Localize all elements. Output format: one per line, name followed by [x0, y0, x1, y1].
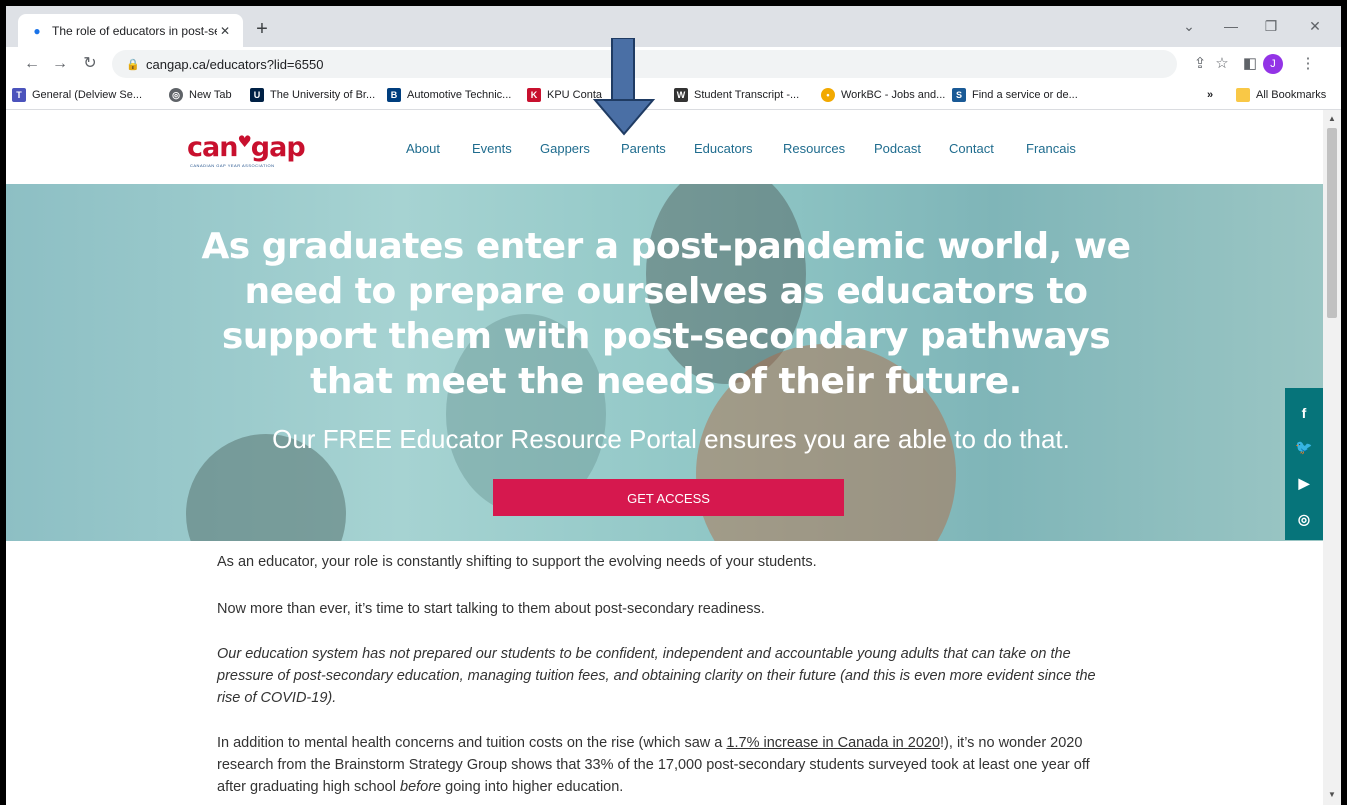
- menu-icon[interactable]: ⋮: [1296, 52, 1320, 76]
- ubc-icon: U: [250, 88, 264, 102]
- folder-icon: [1236, 88, 1250, 102]
- logo-tagline: CANADIAN GAP YEAR ASSOCIATION: [190, 163, 275, 168]
- url-text: cangap.ca/educators?lid=6550: [146, 56, 324, 72]
- globe-icon: ◎: [169, 88, 183, 102]
- nav-gappers[interactable]: Gappers: [540, 141, 590, 156]
- nav-francais[interactable]: Francais: [1026, 141, 1076, 156]
- reload-icon[interactable]: ↻: [78, 52, 102, 76]
- paragraph-italic: Our education system has not prepared ou…: [217, 646, 1096, 706]
- tab-title: The role of educators in post-se: [52, 23, 217, 38]
- tuition-increase-link[interactable]: 1.7% increase in Canada in 2020: [726, 735, 940, 751]
- tab-strip: ● The role of educators in post-se ✕ + ⌄…: [6, 6, 1341, 47]
- close-window-button[interactable]: ✕: [1295, 14, 1335, 38]
- nav-parents[interactable]: Parents: [621, 141, 666, 156]
- bookmark-item[interactable]: S Find a service or de...: [952, 86, 1078, 104]
- bookmark-item[interactable]: T General (Delview Se...: [12, 86, 142, 104]
- nav-resources[interactable]: Resources: [783, 141, 845, 156]
- twitter-icon[interactable]: 🐦: [1285, 432, 1323, 462]
- nav-educators[interactable]: Educators: [694, 141, 753, 156]
- side-panel-icon[interactable]: ◧: [1238, 52, 1262, 76]
- page-scrollbar[interactable]: ▲ ▼: [1323, 110, 1341, 805]
- lock-icon: 🔒: [126, 58, 140, 71]
- hero-title: As graduates enter a post-pandemic world…: [201, 226, 1131, 402]
- tab-search-icon[interactable]: ⌄: [1169, 14, 1209, 38]
- get-access-button[interactable]: GET ACCESS: [493, 479, 844, 516]
- profile-avatar[interactable]: J: [1263, 54, 1283, 74]
- bookmark-item[interactable]: U The University of Br...: [250, 86, 375, 104]
- scroll-down-arrow-icon[interactable]: ▼: [1327, 790, 1337, 800]
- social-sidebar: f 🐦 ▶ ◎: [1285, 388, 1323, 540]
- service-icon: S: [952, 88, 966, 102]
- share-icon[interactable]: ⇪: [1188, 52, 1212, 76]
- web-page: can♥gap CANADIAN GAP YEAR ASSOCIATION Ab…: [6, 110, 1323, 805]
- hero-banner: As graduates enter a post-pandemic world…: [6, 184, 1323, 541]
- transcript-icon: W: [674, 88, 688, 102]
- all-bookmarks-button[interactable]: All Bookmarks: [1236, 86, 1326, 104]
- facebook-icon[interactable]: f: [1285, 398, 1323, 428]
- teams-icon: T: [12, 88, 26, 102]
- site-header: can♥gap CANADIAN GAP YEAR ASSOCIATION Ab…: [6, 110, 1323, 184]
- bookmark-item[interactable]: ◎ New Tab: [169, 86, 232, 104]
- browser-tab[interactable]: ● The role of educators in post-se ✕: [18, 14, 243, 47]
- bookmark-item[interactable]: • WorkBC - Jobs and...: [821, 86, 945, 104]
- bookmarks-bar: T General (Delview Se... ◎ New Tab U The Un…: [6, 81, 1341, 110]
- hero-subtitle: Our FREE Educator Resource Portal ensure…: [272, 424, 1070, 454]
- paragraph: In addition to mental health concerns an…: [217, 735, 1090, 795]
- bookmark-item[interactable]: W Student Transcript -...: [674, 86, 799, 104]
- browser-window: ● The role of educators in post-se ✕ + ⌄…: [6, 6, 1341, 805]
- location-pin-icon: ●: [33, 23, 41, 38]
- bookmarks-overflow-button[interactable]: »: [1207, 86, 1213, 104]
- workbc-icon: •: [821, 88, 835, 102]
- bcit-icon: B: [387, 88, 401, 102]
- restore-button[interactable]: ❐: [1251, 14, 1291, 38]
- nav-podcast[interactable]: Podcast: [874, 141, 921, 156]
- annotation-arrow-icon: [592, 38, 656, 136]
- nav-events[interactable]: Events: [472, 141, 512, 156]
- kpu-icon: K: [527, 88, 541, 102]
- close-tab-icon[interactable]: ✕: [217, 23, 233, 39]
- youtube-icon[interactable]: ▶: [1285, 468, 1323, 498]
- minimize-button[interactable]: —: [1211, 14, 1251, 38]
- maple-leaf-icon: ♥: [237, 132, 251, 151]
- bookmark-item[interactable]: B Automotive Technic...: [387, 86, 511, 104]
- new-tab-button[interactable]: +: [250, 18, 274, 42]
- paragraph: Now more than ever, it’s time to start t…: [217, 601, 765, 617]
- paragraph: As an educator, your role is constantly …: [217, 554, 817, 570]
- browser-toolbar: ← → ↻ 🔒 cangap.ca/educators?lid=6550 ⇪ ☆…: [6, 47, 1341, 81]
- scroll-up-arrow-icon[interactable]: ▲: [1327, 114, 1337, 124]
- nav-about[interactable]: About: [406, 141, 440, 156]
- nav-contact[interactable]: Contact: [949, 141, 994, 156]
- cangap-logo[interactable]: can♥gap: [187, 132, 306, 163]
- instagram-icon[interactable]: ◎: [1285, 504, 1323, 534]
- scroll-thumb[interactable]: [1327, 128, 1337, 318]
- forward-icon[interactable]: →: [48, 52, 72, 76]
- bookmark-star-icon[interactable]: ☆: [1210, 52, 1234, 76]
- back-icon[interactable]: ←: [20, 52, 44, 76]
